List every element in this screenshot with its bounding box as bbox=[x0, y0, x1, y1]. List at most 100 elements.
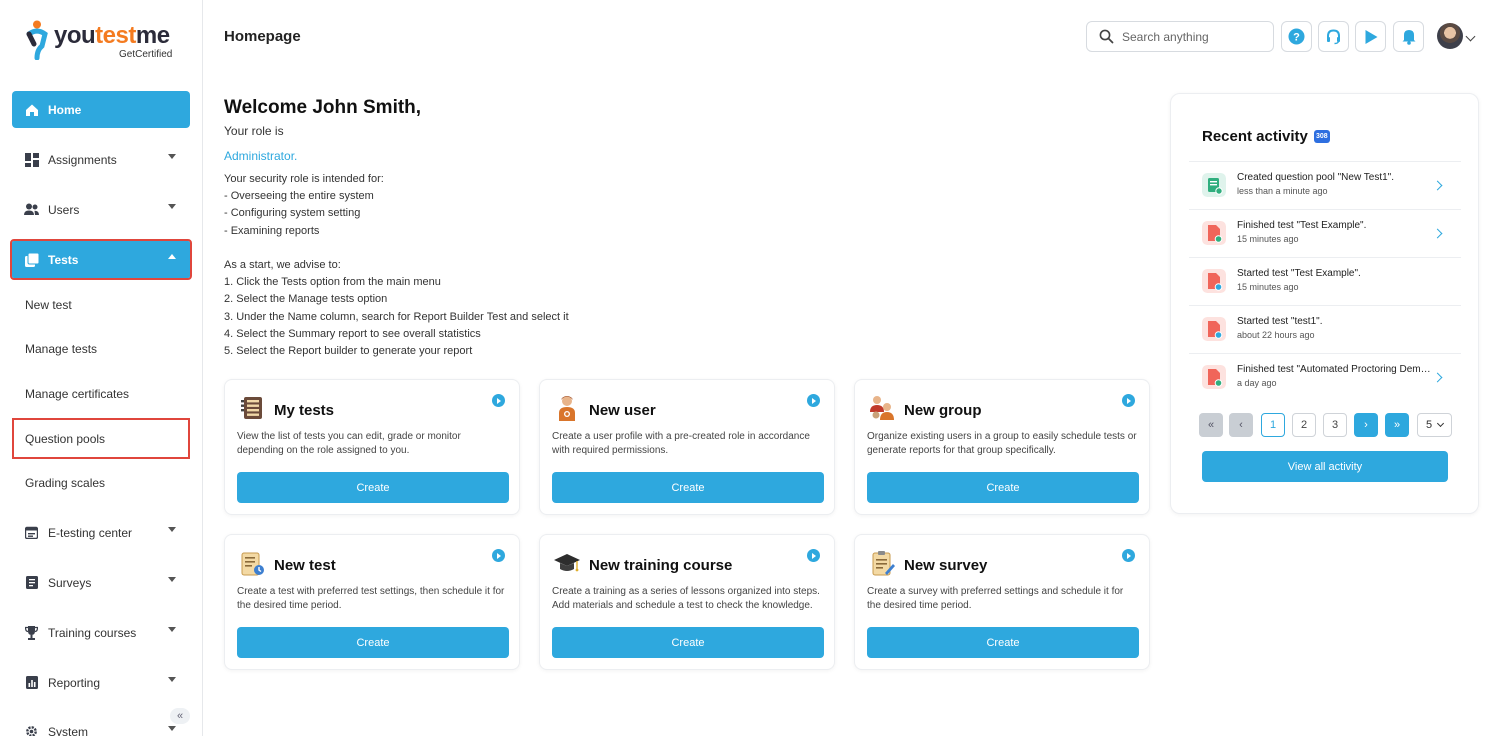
page-size-select[interactable]: 5 bbox=[1417, 413, 1452, 437]
play-video-icon[interactable] bbox=[1122, 394, 1135, 407]
chevron-down-icon bbox=[168, 726, 176, 731]
create-training-course-button[interactable]: Create bbox=[552, 627, 824, 658]
sidebar-subitem-grading-scales[interactable]: Grading scales bbox=[12, 464, 190, 502]
logo[interactable]: youtestme GetCertified bbox=[26, 18, 186, 64]
page-1-button[interactable]: 1 bbox=[1261, 413, 1285, 437]
search-input[interactable]: Search anything bbox=[1086, 21, 1274, 52]
sidebar-subitem-question-pools[interactable]: Question pools bbox=[12, 418, 190, 459]
sidebar-item-training-courses[interactable]: Training courses bbox=[12, 614, 190, 651]
sidebar-subitem-new-test[interactable]: New test bbox=[12, 286, 190, 324]
activity-row: Started test "Test Example". 15 minutes … bbox=[1189, 257, 1461, 305]
activity-count-badge: 308 bbox=[1314, 130, 1330, 143]
sidebar-item-label: Surveys bbox=[48, 575, 92, 590]
group-icon bbox=[870, 396, 894, 420]
chevron-down-icon[interactable] bbox=[1465, 31, 1476, 42]
first-page-button[interactable]: « bbox=[1199, 413, 1223, 437]
logo-icon bbox=[26, 20, 48, 60]
avatar[interactable] bbox=[1437, 23, 1463, 49]
card-title: New survey bbox=[904, 557, 988, 574]
activity-time: 15 minutes ago bbox=[1237, 234, 1299, 244]
prev-page-button[interactable]: ‹ bbox=[1229, 413, 1253, 437]
play-video-icon[interactable] bbox=[807, 549, 820, 562]
activity-time: about 22 hours ago bbox=[1237, 330, 1315, 340]
question-pool-icon bbox=[1202, 173, 1226, 197]
activity-text: Started test "Test Example". bbox=[1237, 268, 1361, 279]
create-group-button[interactable]: Create bbox=[867, 472, 1139, 503]
home-icon bbox=[24, 102, 39, 117]
sidebar-item-label: E-testing center bbox=[48, 525, 133, 540]
page-2-button[interactable]: 2 bbox=[1292, 413, 1316, 437]
sidebar-item-reporting[interactable]: Reporting bbox=[12, 664, 190, 701]
help-button[interactable]: ? bbox=[1281, 21, 1312, 52]
role-instructions: Your security role is intended for: - Ov… bbox=[224, 173, 569, 358]
card-description: View the list of tests you can edit, gra… bbox=[237, 431, 461, 456]
sidebar-subitem-manage-certificates[interactable]: Manage certificates bbox=[12, 375, 190, 413]
report-icon bbox=[24, 675, 39, 690]
test-started-icon bbox=[1202, 317, 1226, 341]
create-test-button[interactable]: Create bbox=[237, 627, 509, 658]
sidebar-item-tests[interactable]: Tests bbox=[10, 239, 192, 280]
survey-icon bbox=[872, 551, 895, 576]
view-all-activity-button[interactable]: View all activity bbox=[1202, 451, 1448, 482]
chevron-right-icon[interactable] bbox=[1432, 228, 1443, 239]
activity-time: 15 minutes ago bbox=[1237, 282, 1299, 292]
notifications-button[interactable] bbox=[1393, 21, 1424, 52]
calendar-icon bbox=[24, 525, 39, 540]
last-page-button[interactable]: » bbox=[1385, 413, 1409, 437]
sidebar-item-surveys[interactable]: Surveys bbox=[12, 564, 190, 601]
role-link[interactable]: Administrator. bbox=[224, 149, 297, 163]
activity-row: Started test "test1". about 22 hours ago bbox=[1189, 305, 1461, 353]
welcome-heading: Welcome John Smith, bbox=[224, 97, 422, 118]
sidebar-item-label: Reporting bbox=[48, 675, 101, 690]
chevron-right-icon[interactable] bbox=[1432, 372, 1443, 383]
sidebar-item-system[interactable]: System bbox=[12, 713, 190, 736]
sidebar-item-label: Users bbox=[48, 202, 80, 217]
chevron-down-icon bbox=[168, 577, 176, 582]
test-started-icon bbox=[1202, 269, 1226, 293]
next-page-button[interactable]: › bbox=[1354, 413, 1378, 437]
video-tutorial-button[interactable] bbox=[1355, 21, 1386, 52]
card-new-training-course: New training course Create a training as… bbox=[539, 534, 835, 670]
test-finished-icon bbox=[1202, 365, 1226, 389]
play-video-icon[interactable] bbox=[492, 549, 505, 562]
sidebar-item-label: Training courses bbox=[48, 625, 137, 640]
create-user-button[interactable]: Create bbox=[552, 472, 824, 503]
search-placeholder: Search anything bbox=[1122, 29, 1209, 44]
activity-time: a day ago bbox=[1237, 378, 1277, 388]
card-new-user: New user Create a user profile with a pr… bbox=[539, 379, 835, 515]
users-icon bbox=[24, 202, 39, 217]
activity-row[interactable]: Finished test "Automated Proctoring Demo… bbox=[1189, 353, 1461, 401]
sidebar-item-e-testing-center[interactable]: E-testing center bbox=[12, 514, 190, 551]
sidebar-item-home[interactable]: Home bbox=[12, 91, 190, 128]
gear-icon bbox=[24, 724, 39, 736]
headset-icon bbox=[1327, 29, 1340, 45]
chevron-up-icon bbox=[168, 254, 176, 259]
play-video-icon[interactable] bbox=[492, 394, 505, 407]
sidebar-subitem-manage-tests[interactable]: Manage tests bbox=[12, 330, 190, 368]
activity-row[interactable]: Finished test "Test Example". 15 minutes… bbox=[1189, 209, 1461, 257]
play-video-icon[interactable] bbox=[807, 394, 820, 407]
collapse-sidebar-button[interactable]: « bbox=[170, 708, 190, 724]
activity-text: Finished test "Test Example". bbox=[1237, 220, 1367, 231]
chevron-right-icon[interactable] bbox=[1432, 180, 1443, 191]
card-description: Create a user profile with a pre-created… bbox=[552, 431, 810, 456]
card-my-tests: My tests View the list of tests you can … bbox=[224, 379, 520, 515]
logo-subtitle: GetCertified bbox=[119, 49, 173, 60]
create-my-tests-button[interactable]: Create bbox=[237, 472, 509, 503]
sidebar-item-users[interactable]: Users bbox=[12, 191, 190, 228]
activity-row[interactable]: Created question pool "New Test1". less … bbox=[1189, 161, 1461, 209]
page-3-button[interactable]: 3 bbox=[1323, 413, 1347, 437]
card-new-group: New group Organize existing users in a g… bbox=[854, 379, 1150, 515]
sidebar-item-assignments[interactable]: Assignments bbox=[12, 141, 190, 178]
play-icon bbox=[1365, 29, 1377, 44]
logo-text: youtestme bbox=[54, 22, 170, 49]
support-button[interactable] bbox=[1318, 21, 1349, 52]
test-icon bbox=[241, 552, 264, 576]
trophy-icon bbox=[24, 625, 39, 640]
play-video-icon[interactable] bbox=[1122, 549, 1135, 562]
create-survey-button[interactable]: Create bbox=[867, 627, 1139, 658]
card-title: New group bbox=[904, 402, 982, 419]
tests-icon bbox=[24, 252, 39, 267]
activity-text: Started test "test1". bbox=[1237, 316, 1323, 327]
chevron-down-icon bbox=[168, 677, 176, 682]
